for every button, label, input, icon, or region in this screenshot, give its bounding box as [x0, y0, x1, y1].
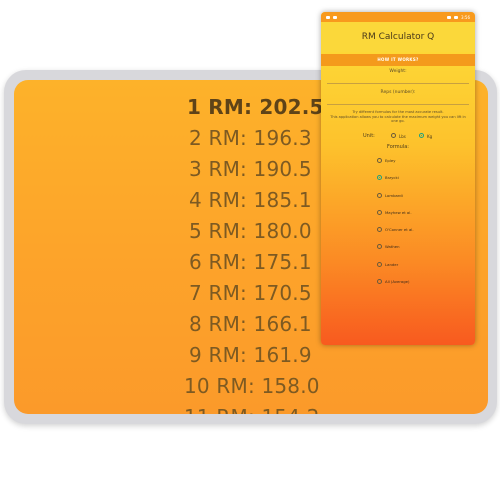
unit-label: Unit:	[363, 133, 375, 139]
sim-icon	[326, 15, 330, 19]
radio-button[interactable]	[377, 209, 382, 215]
formula-option-label: Wathen	[385, 244, 400, 250]
notification-icon	[333, 15, 337, 19]
formula-label: Formula:	[387, 144, 409, 150]
status-time: 3:56	[461, 14, 470, 20]
reps-input[interactable]: Reps (number):	[327, 88, 469, 105]
formula-option-label: Lander	[385, 261, 399, 267]
status-icons-left	[326, 15, 337, 19]
formula-option-label: Lombardi	[385, 192, 403, 198]
radio-button[interactable]	[377, 244, 382, 250]
how-it-works-button[interactable]: HOW IT WORKS?	[321, 54, 475, 66]
formula-option-label: Epley	[385, 158, 396, 163]
formula-option-label: Mayhew et al.	[385, 209, 412, 215]
app-title: RM Calculator Q	[321, 22, 475, 52]
radio-button[interactable]	[377, 227, 382, 233]
rm-result-item: 10 RM: 158.0	[184, 374, 320, 398]
weight-input[interactable]: Weight:	[327, 67, 469, 84]
status-icons-right: 3:56	[447, 15, 470, 20]
help-text-line: This application allows you to calculate…	[330, 114, 466, 124]
formula-option-label: O'Conner et al.	[385, 227, 414, 233]
battery-icon	[454, 15, 459, 19]
radio-button[interactable]	[377, 261, 382, 267]
unit-selector: Unit: Lbs Kg	[321, 131, 475, 141]
unit-kg-label: Kg	[427, 134, 433, 139]
radio-button[interactable]	[377, 279, 382, 285]
formula-option-label: All (Average)	[385, 279, 410, 285]
radio-button[interactable]	[377, 175, 382, 181]
unit-lbs-label: Lbs	[399, 134, 406, 139]
help-text: Try different formulas for the most accu…	[329, 110, 467, 124]
radio-button[interactable]	[377, 158, 382, 163]
status-bar: 3:56	[321, 12, 475, 22]
rm-result-item: 11 RM: 154.2	[14, 402, 488, 414]
signal-icon	[447, 15, 452, 19]
radio-button[interactable]	[377, 192, 382, 198]
formula-option-label: Brzycki	[385, 175, 399, 181]
unit-lbs-radio[interactable]	[391, 133, 396, 138]
phone-screen: 3:56 RM Calculator Q HOW IT WORKS? Weigh…	[321, 12, 475, 345]
unit-kg-radio[interactable]	[419, 133, 424, 138]
